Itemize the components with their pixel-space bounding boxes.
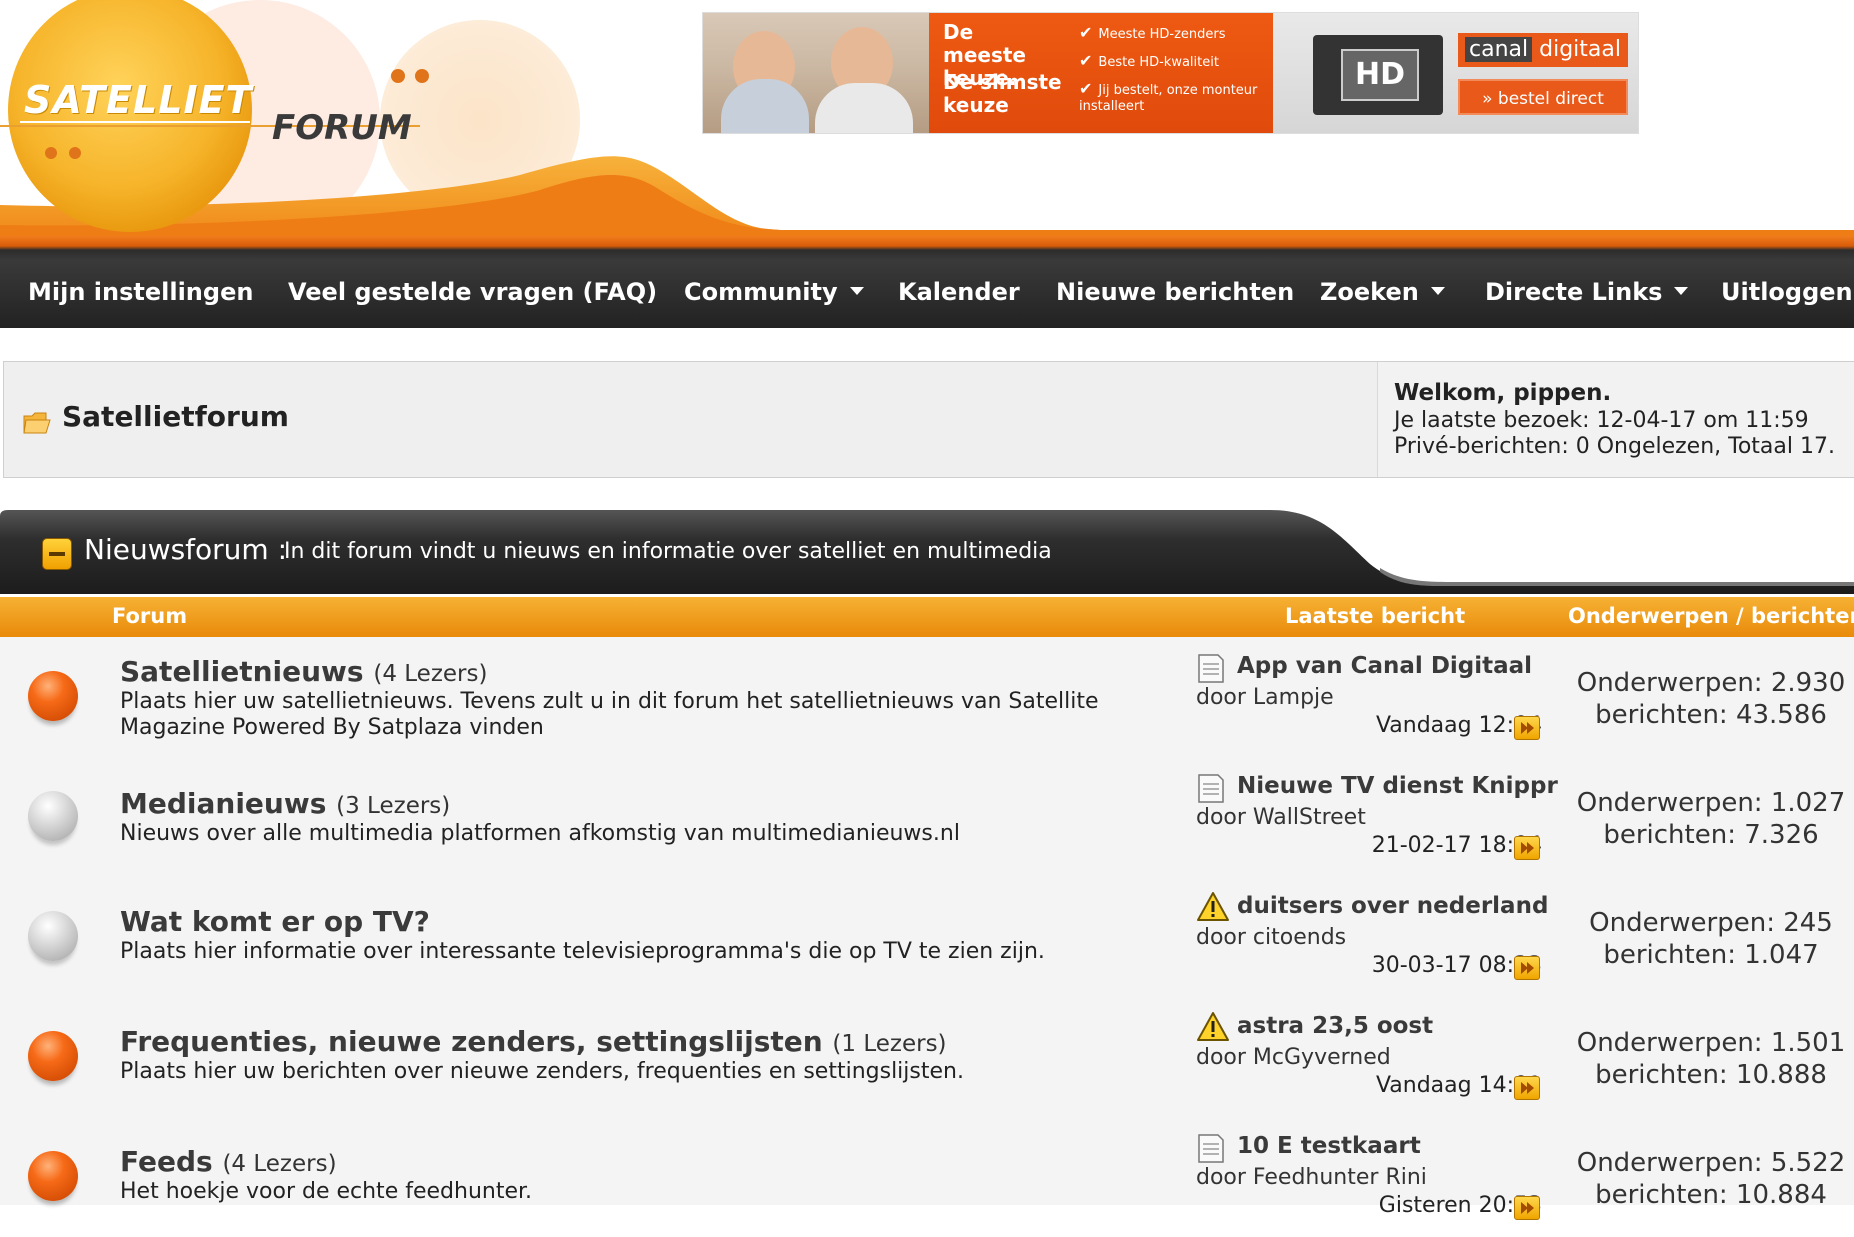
forum-description: Nieuws over alle multimedia platformen a…	[120, 821, 960, 846]
nav-community[interactable]: Community	[684, 272, 864, 312]
forum-title-link[interactable]: Medianieuws (3 Lezers)	[120, 787, 450, 820]
category-header: Nieuwsforum : In dit forum vindt u nieuw…	[0, 506, 1854, 594]
welcome-greeting: Welkom, pippen.	[1394, 380, 1612, 406]
forum-stats: Onderwerpen: 5.522 berichten: 10.884	[1576, 1148, 1846, 1210]
nav-uitloggen[interactable]: Uitloggen	[1721, 272, 1853, 312]
breadcrumb-bar: Satellietforum Welkom, pippen. Je laatst…	[3, 361, 1854, 478]
forum-stats: Onderwerpen: 1.027 berichten: 7.326	[1576, 788, 1846, 850]
document-icon	[1198, 654, 1224, 683]
check-icon: ✔	[1079, 51, 1093, 70]
nav-faq[interactable]: Veel gestelde vragen (FAQ)	[288, 272, 657, 312]
last-post-author[interactable]: door McGyverned	[1196, 1045, 1391, 1070]
column-topics-posts: Onderwerpen / berichten	[1568, 604, 1854, 628]
forum-title-link[interactable]: Feeds (4 Lezers)	[120, 1145, 337, 1178]
forum-title-link[interactable]: Satellietnieuws (4 Lezers)	[120, 655, 487, 688]
forum-row: Frequenties, nieuwe zenders, settingslij…	[0, 997, 1854, 1117]
last-post-author[interactable]: door WallStreet	[1196, 805, 1366, 830]
private-messages-link[interactable]: Privé-berichten: 0 Ongelezen, Totaal 17.	[1394, 434, 1835, 459]
last-post-title-link[interactable]: 10 E testkaart	[1237, 1133, 1421, 1159]
site-header: SATELLIET FORUM De meeste keuze. De slim…	[0, 0, 1854, 236]
go-to-last-post-icon[interactable]	[1514, 716, 1540, 740]
go-to-last-post-icon[interactable]	[1514, 1196, 1540, 1220]
banner-orange-panel: De meeste keuze. De slimste keuze ✔ Meest…	[929, 13, 1273, 133]
last-visit-text: Je laatste bezoek: 12-04-17 om 11:59	[1394, 408, 1809, 433]
forum-title-link[interactable]: Frequenties, nieuwe zenders, settingslij…	[120, 1025, 947, 1058]
forum-description: Plaats hier uw satellietnieuws. Tevens z…	[120, 689, 1099, 740]
category-description: In dit forum vindt u nieuws en informati…	[284, 539, 1052, 564]
forum-row: Feeds (4 Lezers) Het hoekje voor de echt…	[0, 1117, 1854, 1237]
nav-mijn-instellingen[interactable]: Mijn instellingen	[28, 272, 253, 312]
document-icon	[1198, 1134, 1224, 1163]
go-to-last-post-icon[interactable]	[1514, 1076, 1540, 1100]
no-new-posts-status-icon	[28, 911, 78, 961]
category-minimize-icon[interactable]	[42, 538, 72, 570]
new-posts-status-icon	[28, 1031, 78, 1081]
forum-row: Wat komt er op TV? Plaats hier informati…	[0, 877, 1854, 997]
dropdown-arrow-icon	[1674, 287, 1689, 295]
advertisement-banner[interactable]: De meeste keuze. De slimste keuze ✔ Meest…	[702, 12, 1639, 134]
forum-row: Medianieuws (3 Lezers) Nieuws over alle …	[0, 757, 1854, 877]
nav-nieuwe-berichten[interactable]: Nieuwe berichten	[1056, 272, 1294, 312]
forum-stats: Onderwerpen: 1.501 berichten: 10.888	[1576, 1028, 1846, 1090]
banner-photo	[703, 13, 929, 133]
last-post-title-link[interactable]: duitsers over nederland	[1237, 893, 1548, 919]
warning-icon	[1197, 1012, 1229, 1041]
dropdown-arrow-icon	[849, 287, 864, 295]
check-icon: ✔	[1079, 79, 1093, 98]
check-icon: ✔	[1079, 23, 1093, 42]
last-post-author[interactable]: door Feedhunter Rini	[1196, 1165, 1427, 1190]
document-icon	[1198, 774, 1224, 803]
last-post-title-link[interactable]: Nieuwe TV dienst Knippr	[1237, 773, 1558, 799]
warning-icon	[1197, 892, 1229, 921]
last-post-title-link[interactable]: App van Canal Digitaal	[1237, 653, 1532, 679]
banner-headline-2: De slimste keuze	[943, 70, 1062, 117]
forum-list: Satellietnieuws (4 Lezers) Plaats hier u…	[0, 637, 1854, 1220]
breadcrumb-title[interactable]: Satellietforum	[62, 400, 289, 433]
last-post-author[interactable]: door Lampje	[1196, 685, 1334, 710]
canal-digitaal-logo: canal digitaal	[1458, 33, 1628, 67]
main-navigation: Mijn instellingen Veel gestelde vragen (…	[0, 236, 1854, 328]
forum-description: Plaats hier uw berichten over nieuwe zen…	[120, 1059, 964, 1084]
forum-description: Het hoekje voor de echte feedhunter.	[120, 1179, 533, 1204]
go-to-last-post-icon[interactable]	[1514, 956, 1540, 980]
go-to-last-post-icon[interactable]	[1514, 836, 1540, 860]
forum-description: Plaats hier informatie over interessante…	[120, 939, 1045, 964]
nav-kalender[interactable]: Kalender	[898, 272, 1020, 312]
banner-check-2: ✔ Beste HD-kwaliteit	[1079, 51, 1219, 71]
column-forum: Forum	[112, 604, 188, 628]
hd-tv-icon: HD	[1313, 35, 1443, 115]
nav-zoeken[interactable]: Zoeken	[1320, 272, 1445, 312]
forum-stats: Onderwerpen: 245 berichten: 1.047	[1589, 908, 1833, 970]
banner-check-1: ✔ Meeste HD-zenders	[1079, 23, 1226, 43]
logo-text-satelliet: SATELLIET	[24, 78, 253, 122]
category-title[interactable]: Nieuwsforum :	[84, 533, 287, 566]
banner-check-3: ✔ Jij bestelt, onze monteur installeert	[1079, 79, 1258, 115]
column-header-bar: Forum Laatste bericht Onderwerpen / beri…	[0, 597, 1854, 637]
last-post-author[interactable]: door citoends	[1196, 925, 1346, 950]
nav-directe-links[interactable]: Directe Links	[1485, 272, 1689, 312]
column-last-post: Laatste bericht	[1285, 604, 1466, 628]
logo-text-forum: FORUM	[272, 108, 412, 148]
welcome-panel: Welkom, pippen. Je laatste bezoek: 12-04…	[1377, 362, 1854, 477]
last-post-title-link[interactable]: astra 23,5 oost	[1237, 1013, 1433, 1039]
forum-row: Satellietnieuws (4 Lezers) Plaats hier u…	[0, 637, 1854, 757]
no-new-posts-status-icon	[28, 791, 78, 841]
new-posts-status-icon	[28, 1151, 78, 1201]
dropdown-arrow-icon	[1430, 287, 1445, 295]
banner-gray-panel: HD canal digitaal » bestel direct	[1273, 13, 1638, 133]
bestel-direct-button[interactable]: » bestel direct	[1458, 79, 1628, 115]
folder-icon	[23, 412, 51, 434]
new-posts-status-icon	[28, 671, 78, 721]
forum-stats: Onderwerpen: 2.930 berichten: 43.586	[1576, 668, 1846, 730]
forum-title-link[interactable]: Wat komt er op TV?	[120, 905, 430, 938]
